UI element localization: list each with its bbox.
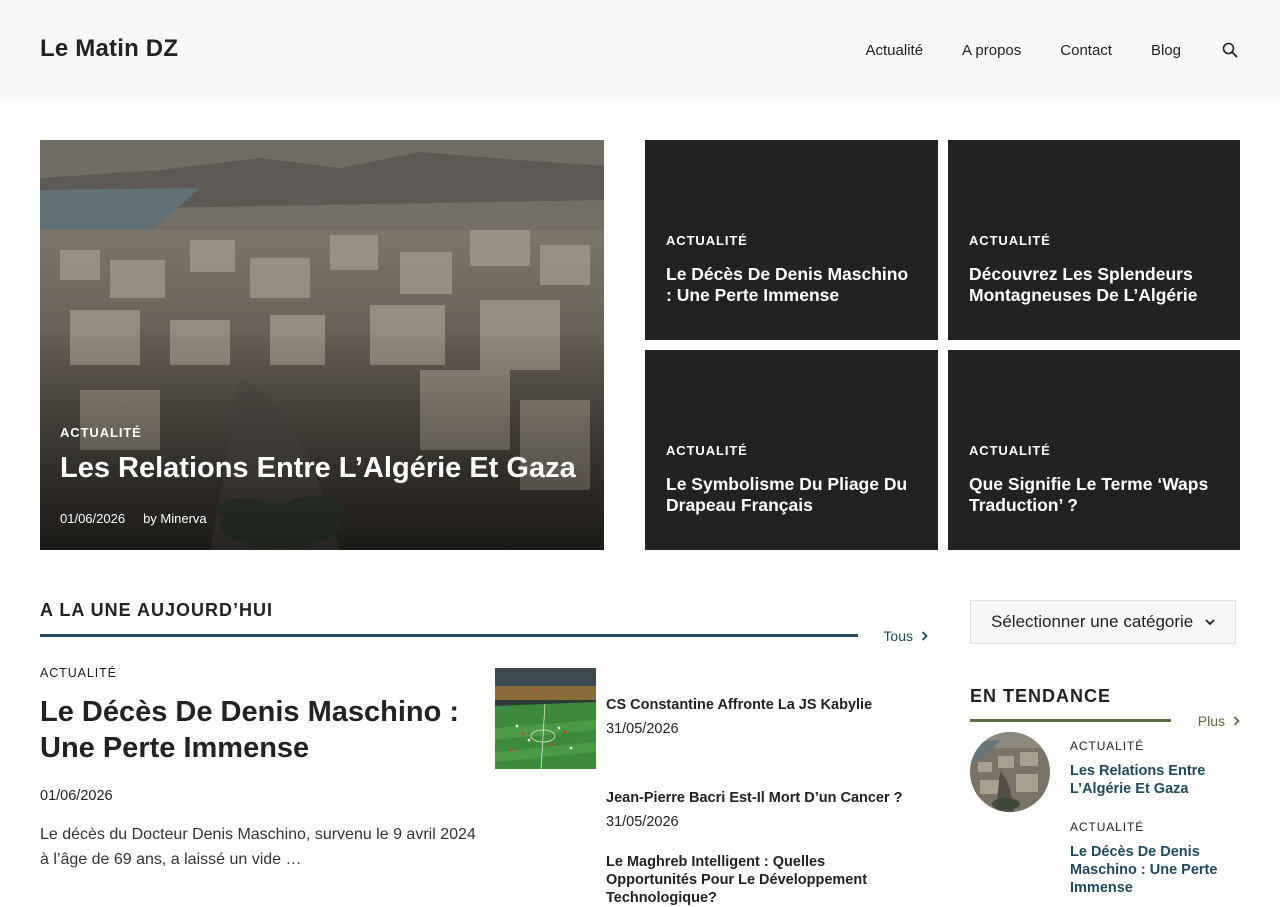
chevron-right-icon	[921, 631, 928, 641]
section-header: A LA UNE AUJOURD’HUI Tous	[40, 600, 928, 644]
hero-tile[interactable]: ACTUALITÉ Le Décès De Denis Maschino : U…	[645, 140, 938, 340]
trending-item: ACTUALITÉ Les Relations Entre L’Algérie …	[1070, 739, 1240, 798]
list-item-title[interactable]: Jean-Pierre Bacri Est-Il Mort D’un Cance…	[606, 789, 926, 807]
tile-content: ACTUALITÉ Le Décès De Denis Maschino : U…	[666, 233, 918, 306]
feature-article: ACTUALITÉ Le Décès De Denis Maschino : U…	[40, 666, 480, 872]
trending-thumbnail[interactable]	[970, 732, 1050, 812]
tile-category[interactable]: ACTUALITÉ	[969, 443, 1220, 458]
list-item-date: 31/05/2026	[606, 814, 679, 830]
hero-main-card[interactable]: ACTUALITÉ Les Relations Entre L’Algérie …	[40, 140, 604, 550]
category-select[interactable]: Sélectionner une catégorie	[970, 600, 1236, 644]
list-item-title[interactable]: Le Maghreb Intelligent : Quelles Opportu…	[606, 853, 906, 907]
nav-item-actualite[interactable]: Actualité	[866, 42, 924, 59]
tile-category[interactable]: ACTUALITÉ	[969, 233, 1220, 248]
chevron-right-icon	[1233, 716, 1240, 726]
hero-tile[interactable]: ACTUALITÉ Que Signifie Le Terme ‘Waps Tr…	[948, 350, 1240, 550]
tile-title[interactable]: Le Décès De Denis Maschino : Une Perte I…	[666, 264, 918, 306]
search-icon[interactable]	[1220, 40, 1240, 60]
hero-tile[interactable]: ACTUALITÉ Le Symbolisme Du Pliage Du Dra…	[645, 350, 938, 550]
nav-item-contact[interactable]: Contact	[1060, 42, 1112, 59]
hero-tile[interactable]: ACTUALITÉ Découvrez Les Splendeurs Monta…	[948, 140, 1240, 340]
list-item-thumbnail[interactable]	[495, 668, 596, 769]
tile-title[interactable]: Découvrez Les Splendeurs Montagneuses De…	[969, 264, 1220, 306]
trending-title: EN TENDANCE	[970, 686, 1112, 706]
tile-content: ACTUALITÉ Découvrez Les Splendeurs Monta…	[969, 233, 1220, 306]
trending-item-title[interactable]: Le Décès De Denis Maschino : Une Perte I…	[1070, 843, 1240, 897]
feature-date: 01/06/2026	[40, 788, 113, 804]
main-nav: Actualité A propos Contact Blog	[827, 0, 1241, 100]
site-logo[interactable]: Le Matin DZ	[40, 35, 178, 63]
stadium-image	[495, 668, 596, 769]
trending-item-category[interactable]: ACTUALITÉ	[1070, 739, 1240, 753]
trending-item: ACTUALITÉ Le Décès De Denis Maschino : U…	[1070, 820, 1240, 897]
list-item: Le Maghreb Intelligent : Quelles Opportu…	[606, 853, 906, 907]
site-header: Le Matin DZ Actualité A propos Contact B…	[0, 0, 1280, 100]
list-item: CS Constantine Affronte La JS Kabylie 31…	[606, 696, 926, 737]
section-more-link[interactable]: Tous	[883, 628, 928, 644]
list-item-date: 31/05/2026	[606, 721, 679, 737]
chevron-down-icon	[1205, 618, 1215, 625]
hero-author[interactable]: by Minerva	[143, 511, 207, 526]
feature-excerpt: Le décès du Docteur Denis Maschino, surv…	[40, 826, 476, 868]
trending-item-title[interactable]: Les Relations Entre L’Algérie Et Gaza	[1070, 762, 1240, 798]
category-select-value: Sélectionner une catégorie	[991, 612, 1194, 631]
hero-overlay: ACTUALITÉ Les Relations Entre L’Algérie …	[60, 425, 584, 526]
tile-category[interactable]: ACTUALITÉ	[666, 233, 918, 248]
nav-item-blog[interactable]: Blog	[1151, 42, 1181, 59]
trending-header: EN TENDANCE Plus	[970, 686, 1240, 729]
feature-category[interactable]: ACTUALITÉ	[40, 666, 480, 680]
trending-more-label: Plus	[1197, 713, 1225, 729]
tile-title[interactable]: Le Symbolisme Du Pliage Du Drapeau Franç…	[666, 474, 918, 516]
hero-date: 01/06/2026	[60, 511, 126, 526]
trending-divider	[970, 719, 1171, 722]
hero-title[interactable]: Les Relations Entre L’Algérie Et Gaza	[60, 452, 584, 485]
city-image	[970, 732, 1050, 812]
tile-category[interactable]: ACTUALITÉ	[666, 443, 918, 458]
tile-content: ACTUALITÉ Le Symbolisme Du Pliage Du Dra…	[666, 443, 918, 516]
section-more-label: Tous	[883, 628, 913, 644]
tile-title[interactable]: Que Signifie Le Terme ‘Waps Traduction’ …	[969, 474, 1220, 516]
list-item-title[interactable]: CS Constantine Affronte La JS Kabylie	[606, 696, 926, 714]
nav-item-a-propos[interactable]: A propos	[962, 42, 1021, 59]
hero-category[interactable]: ACTUALITÉ	[60, 425, 584, 440]
list-item: Jean-Pierre Bacri Est-Il Mort D’un Cance…	[606, 789, 926, 830]
trending-item-category[interactable]: ACTUALITÉ	[1070, 820, 1240, 834]
tile-content: ACTUALITÉ Que Signifie Le Terme ‘Waps Tr…	[969, 443, 1220, 516]
hero-meta: 01/06/2026 by Minerva	[60, 511, 584, 526]
section-title: A LA UNE AUJOURD’HUI	[40, 600, 274, 620]
section-divider	[40, 634, 858, 637]
feature-title[interactable]: Le Décès De Denis Maschino : Une Perte I…	[40, 694, 480, 766]
trending-more-link[interactable]: Plus	[1198, 713, 1240, 729]
